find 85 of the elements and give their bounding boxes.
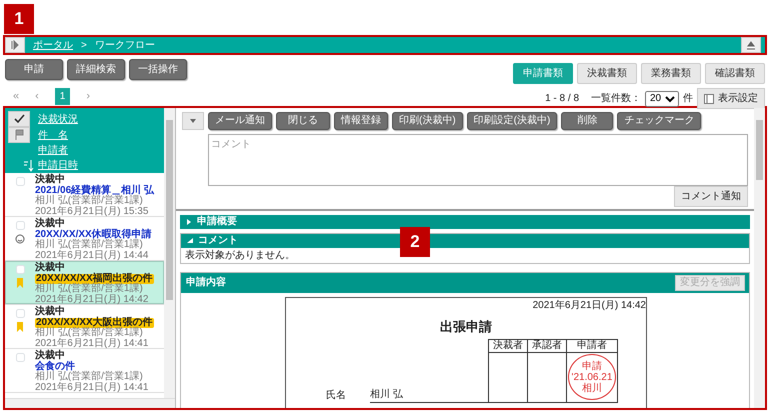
next-page-link[interactable]: › [86,88,90,105]
document-tab[interactable]: 業務書類 [641,63,701,84]
per-page-select[interactable]: 20 [645,90,679,106]
request-title-link[interactable]: 20XX/XX/XX大阪出張の件 [35,318,154,328]
toolbar-button[interactable]: 削除 [561,112,614,130]
collapse-up-button[interactable] [741,37,761,53]
request-title-link[interactable]: 20XX/XX/XX休暇取得申請 [35,230,152,240]
caret-icon [189,118,197,124]
document-tab[interactable]: 申請書類 [513,63,573,84]
document-tab[interactable]: 決裁書類 [577,63,637,84]
expand-arrow-icon [10,40,20,50]
status-text: 決裁中 [35,263,65,274]
applicant-text: 相川 弘(営業部/営業1課) [35,328,143,338]
applicant-text: 相川 弘(営業部/営業1課) [35,284,143,294]
breadcrumb-link[interactable]: ポータル [33,38,73,52]
callout-marker: 1 [4,4,34,34]
empty-message: 表示対象がありません。 [184,248,296,263]
sort-link[interactable]: 申請日時 [22,158,78,173]
per-page-unit: 件 [683,92,693,106]
status-text: 決裁中 [35,307,65,318]
sort-descending-icon [22,158,36,172]
action-button[interactable]: 申請 [5,59,63,80]
datetime-text: 2021年6月21日(月) 14:41 [35,382,148,393]
datetime-text: 2021年6月21日(月) 14:41 [35,338,148,349]
toolbar-button[interactable]: 情報登録 [334,112,388,130]
approval-stamp: 申請 '21.06.21 相川 [568,354,616,400]
row-checkbox[interactable] [16,353,24,362]
comment-notify-button[interactable]: コメント通知 [674,186,748,207]
dropdown-toggle-button[interactable] [182,112,204,130]
sort-link[interactable]: 件 名 [38,128,68,142]
status-text: 決裁中 [35,351,65,361]
document-date: 2021年6月21日(月) 14:42 [532,299,646,313]
breadcrumb-separator: > [81,38,87,52]
display-settings-button[interactable]: 表示設定 [697,88,765,109]
columns-icon [704,94,714,104]
section-header[interactable]: 申請概要 [180,215,750,229]
smiley-icon [15,234,25,244]
expand-button[interactable] [5,37,25,53]
toolbar-button[interactable]: メール通知 [208,112,272,130]
toolbar-button[interactable]: 印刷(決裁中) [392,112,463,130]
request-title-link[interactable]: 20XX/XX/XX福岡出張の件 [35,274,154,284]
toolbar-button[interactable]: 印刷設定(決裁中) [466,112,558,130]
horizontal-scrollbar[interactable] [5,398,175,408]
toolbar-button[interactable]: 閉じる [276,112,330,130]
row-checkbox[interactable] [16,221,24,230]
document-title: 出張申請 [440,318,492,336]
scrollbar[interactable] [754,108,765,408]
request-title-link[interactable]: 2021/06経費精算＿相川 弘 [35,186,154,196]
status-text: 決裁中 [35,175,65,186]
up-arrow-icon [746,40,756,50]
name-value: 相川 弘 [370,386,488,402]
row-checkbox[interactable] [16,309,24,318]
approval-column-header: 決裁者 [488,339,528,352]
name-label: 氏名 [326,388,346,402]
applicant-text: 相川 弘(営業部/営業1課) [35,196,143,206]
row-selection-highlight[interactable] [5,261,164,304]
bookmark-icon [16,322,24,332]
first-page-link[interactable]: « [13,88,20,105]
sort-link[interactable]: 申請者 [38,143,68,158]
approval-column-header: 承認者 [527,339,566,352]
applicant-text: 相川 弘(営業部/営業1課) [35,240,143,250]
approval-column-header: 申請者 [566,339,618,352]
page-link[interactable]: 1 [54,88,70,105]
sort-link[interactable]: 決裁状況 [38,112,78,126]
request-title-link[interactable]: 会食の件 [35,362,75,372]
section-title: 申請内容 [186,276,226,290]
datetime-text: 2021年6月21日(月) 14:44 [35,250,148,261]
action-button[interactable]: 詳細検索 [67,59,125,80]
bookmark-icon [16,278,24,288]
action-button[interactable]: 一括操作 [129,59,187,80]
prev-page-link[interactable]: ‹ [35,88,39,105]
breadcrumb-current: ワークフロー [94,38,155,52]
datetime-text: 2021年6月21日(月) 15:35 [35,206,148,217]
status-text: 決裁中 [35,219,65,230]
callout-marker: 2 [400,227,430,257]
applicant-text: 相川 弘(営業部/営業1課) [35,372,143,382]
per-page-label: 一覧件数： [591,92,641,106]
scrollbar[interactable] [164,108,175,398]
sort-check-button[interactable] [8,111,30,127]
datetime-text: 2021年6月21日(月) 14:42 [35,294,148,305]
toolbar-button[interactable]: チェックマーク [617,112,702,130]
row-checkbox[interactable] [16,177,24,186]
result-count: 1 - 8 / 8 [545,92,579,106]
comment-field[interactable]: コメント [208,134,748,186]
document-tab[interactable]: 確認書類 [705,63,765,84]
